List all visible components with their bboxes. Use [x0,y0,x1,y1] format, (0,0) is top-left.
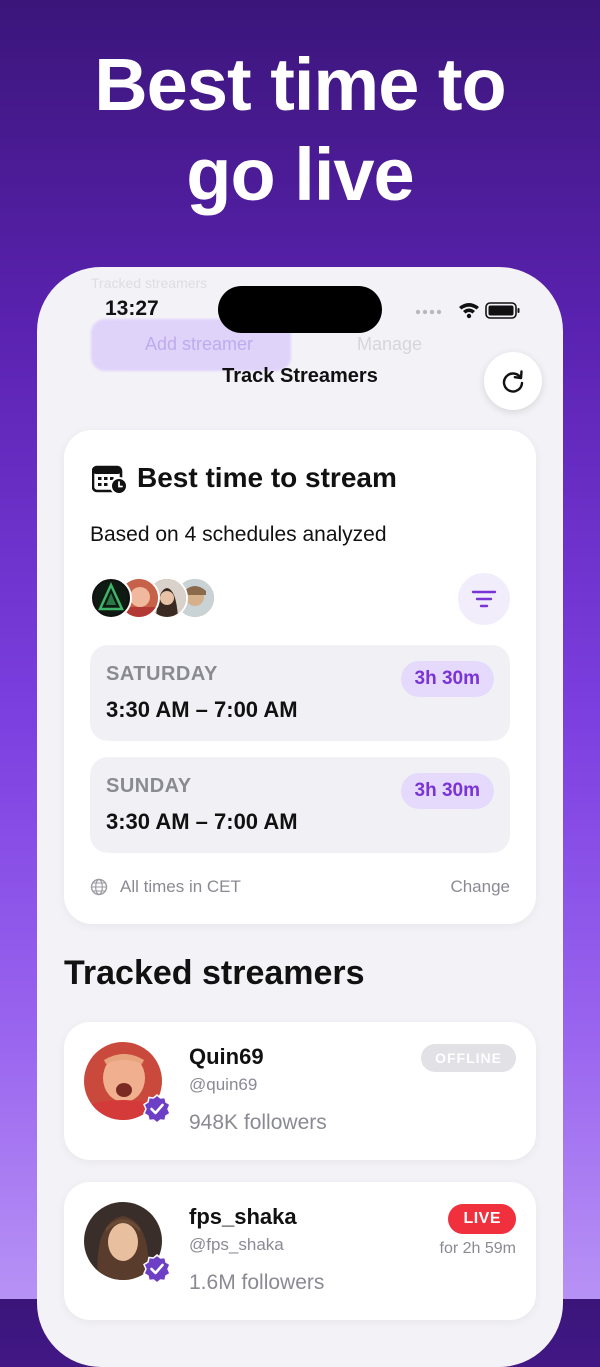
card-title: Best time to stream [137,462,397,493]
streamer-followers: 948K followers [189,1111,327,1134]
slot-time: 3:30 AM – 7:00 AM [106,809,298,834]
time-slot: SUNDAY 3:30 AM – 7:00 AM 3h 30m [90,757,510,853]
filter-button[interactable] [458,573,510,625]
signal-icon [415,309,442,315]
headline-line-2: go live [186,133,414,216]
status-bar-icons [415,302,520,319]
dynamic-island [218,286,382,333]
faded-add-streamer-label: Add streamer [145,334,254,354]
verified-check-icon [143,1254,171,1284]
duration-badge: 3h 30m [400,773,494,809]
faded-header-text: Tracked streamers [91,275,208,291]
streamer-name: Quin69 [189,1044,264,1069]
avatar [90,577,132,619]
timezone-row: All times in CET Change [90,875,510,899]
promo-headline: Best time to go live [0,40,600,220]
battery-icon [485,302,520,319]
status-badge: OFFLINE [421,1044,516,1072]
live-duration: for 2h 59m [439,1240,516,1257]
timezone-label: All times in CET [120,877,241,896]
status-bar-time: 13:27 [105,297,159,320]
headline-line-1: Best time to [94,43,507,126]
section-title: Tracked streamers [64,954,365,992]
streamer-avatar-stack [90,577,220,619]
live-badge: LIVE [448,1204,516,1234]
duration-badge: 3h 30m [400,661,494,697]
refresh-icon [502,370,524,393]
streamer-card[interactable]: fps_shaka @fps_shaka 1.6M followers LIVE… [64,1182,536,1320]
streamer-handle: @quin69 [189,1075,258,1094]
faded-manage-label: Manage [357,334,423,354]
time-slot: SATURDAY 3:30 AM – 7:00 AM 3h 30m [90,645,510,741]
slot-day: SUNDAY [106,775,192,797]
change-timezone-link[interactable]: Change [450,877,510,897]
phone-screen: Tracked streamers Add streamer Manage 13… [37,267,563,1367]
slot-time: 3:30 AM – 7:00 AM [106,697,298,722]
wifi-icon [459,303,479,319]
streamer-card[interactable]: Quin69 @quin69 948K followers OFFLINE [64,1022,536,1160]
card-subtitle: Based on 4 schedules analyzed [90,523,387,546]
streamer-name: fps_shaka [189,1204,297,1229]
calendar-clock-icon [92,465,128,494]
verified-check-icon [143,1094,171,1124]
refresh-button[interactable] [484,352,542,410]
best-time-card: Best time to stream Based on 4 schedules… [64,430,536,924]
globe-icon [90,878,108,896]
streamer-followers: 1.6M followers [189,1271,325,1294]
filter-icon [471,590,497,608]
streamer-handle: @fps_shaka [189,1235,284,1254]
slot-day: SATURDAY [106,663,218,685]
